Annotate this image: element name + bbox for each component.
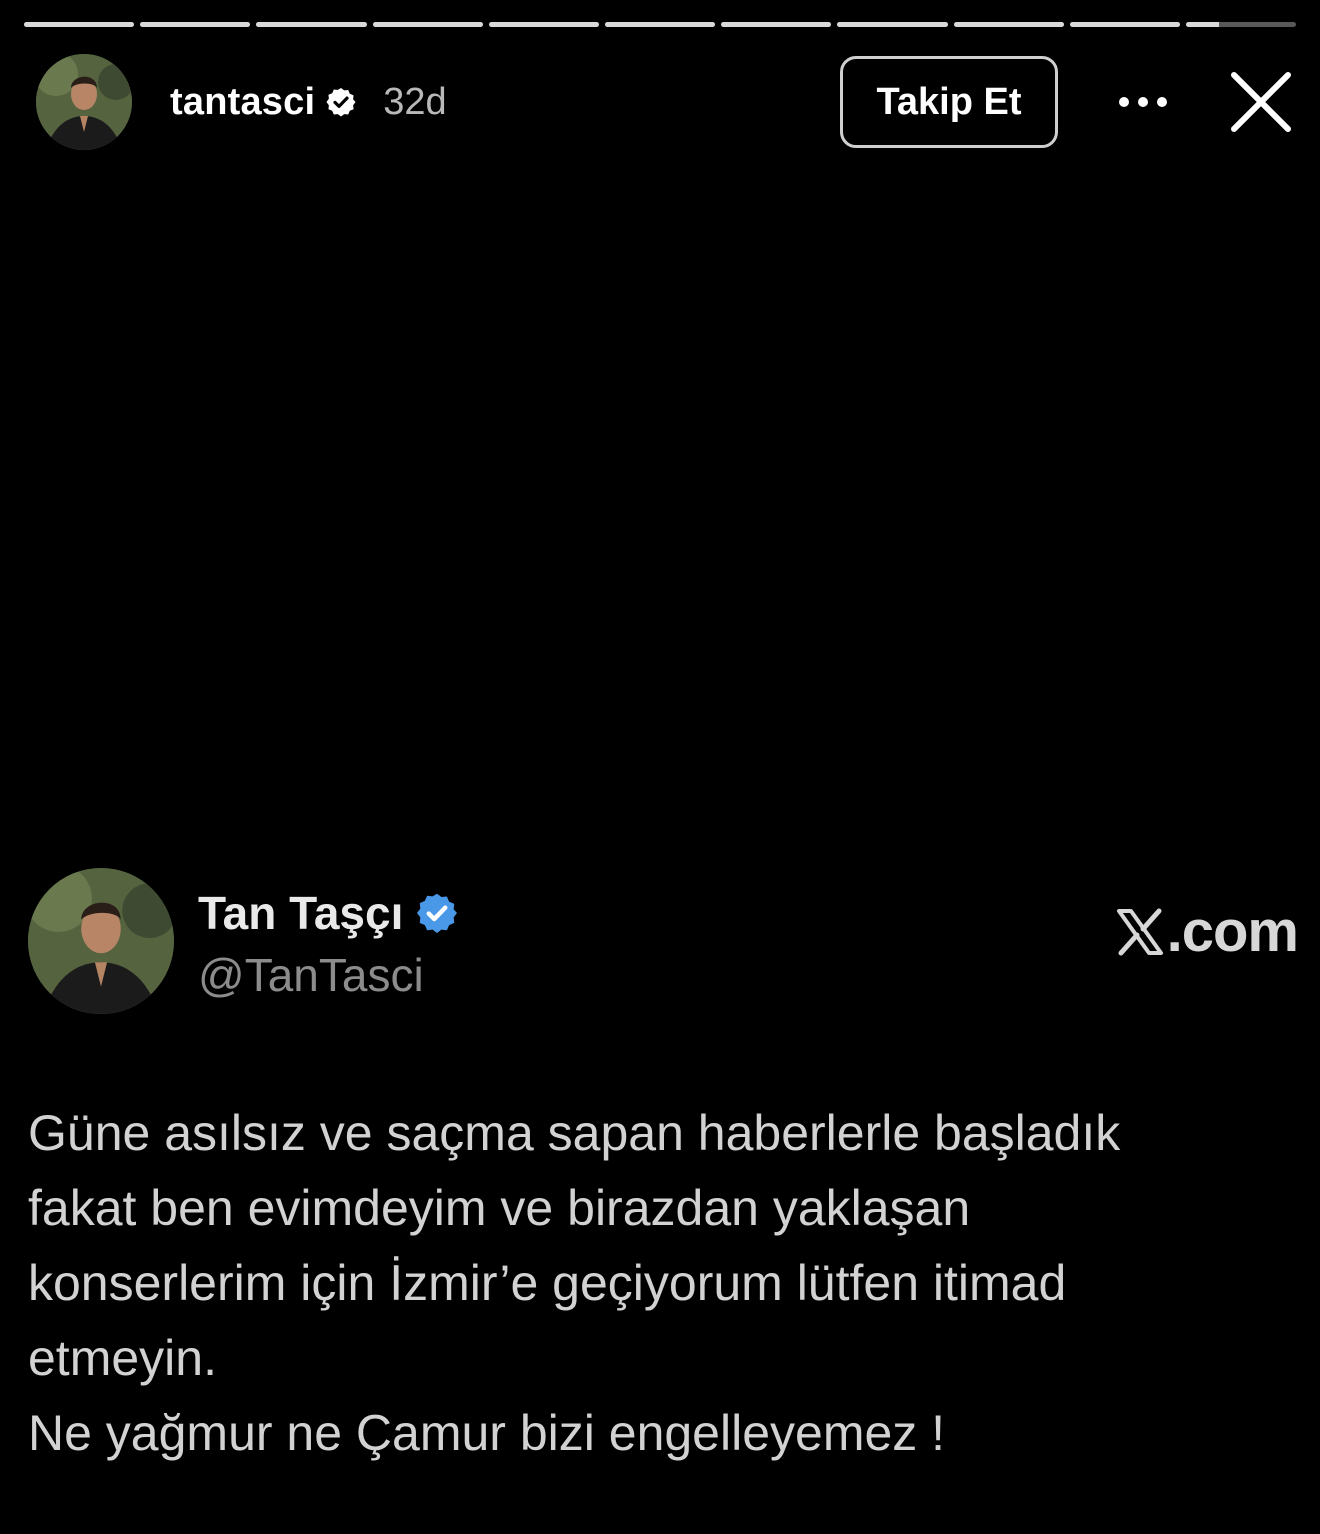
progress-segment	[488, 22, 599, 27]
more-options-button[interactable]	[1110, 82, 1176, 122]
progress-segment	[24, 22, 135, 27]
tweet-text-line: Ne yağmur ne Çamur bizi engelleyemez !	[28, 1405, 946, 1461]
x-brand: .com	[1115, 898, 1299, 965]
progress-segment-fill	[604, 22, 716, 27]
close-icon	[1231, 72, 1291, 132]
tweet-handle: @TanTasci	[198, 949, 424, 1001]
tweet-display-name: Tan Taşçı	[198, 887, 404, 939]
tweet-avatar	[28, 868, 174, 1014]
x-brand-suffix: .com	[1166, 899, 1299, 964]
progress-segment	[837, 22, 948, 27]
avatar[interactable]	[36, 54, 132, 150]
more-horizontal-icon	[1119, 97, 1167, 107]
tweet-text-line: etmeyin.	[28, 1330, 217, 1386]
progress-segment	[721, 22, 832, 27]
x-logo-icon	[1116, 908, 1163, 955]
close-button[interactable]	[1226, 67, 1296, 137]
story-header: tantasci 32d Takip Et	[36, 54, 1296, 150]
progress-segment	[1185, 22, 1297, 27]
follow-button[interactable]: Takip Et	[840, 56, 1058, 148]
verified-badge-icon	[326, 88, 356, 117]
progress-segment-fill	[953, 22, 1064, 27]
tweet-profile-photo	[28, 868, 174, 1014]
progress-segment-fill	[140, 22, 251, 27]
progress-segment-fill	[1185, 22, 1219, 27]
story-progress-bar	[24, 22, 1297, 28]
progress-segment-fill	[256, 22, 367, 27]
verified-badge-icon	[417, 893, 458, 933]
progress-segment	[372, 22, 483, 27]
progress-segment-fill	[721, 22, 832, 27]
progress-segment-fill	[24, 22, 135, 27]
tweet-text-line: konserlerim için İzmir’e geçiyorum lütfe…	[28, 1255, 1067, 1311]
tweet-name-row: Tan Taşçı	[198, 886, 459, 940]
profile-photo	[36, 54, 132, 150]
tweet-text: Güne asılsız ve saçma sapan haberlerle b…	[28, 1096, 1298, 1471]
progress-segment	[140, 22, 251, 27]
progress-segment	[604, 22, 716, 27]
tweet-text-line: fakat ben evimdeyim ve birazdan yaklaşan	[28, 1180, 971, 1236]
progress-segment	[953, 22, 1064, 27]
progress-segment-fill	[372, 22, 483, 27]
tweet-card: Tan Taşçı @TanTasci .com Güne asılsız ve…	[28, 868, 1299, 1461]
progress-segment	[256, 22, 367, 27]
tweet-header: Tan Taşçı @TanTasci .com	[28, 868, 1299, 1016]
progress-segment	[1069, 22, 1180, 27]
progress-segment-fill	[488, 22, 599, 27]
username[interactable]: tantasci	[170, 81, 315, 124]
progress-segment-fill	[837, 22, 948, 27]
progress-segment-fill	[1069, 22, 1180, 27]
post-time: 32d	[383, 80, 447, 123]
tweet-text-line: Güne asılsız ve saçma sapan haberlerle b…	[28, 1105, 1121, 1161]
